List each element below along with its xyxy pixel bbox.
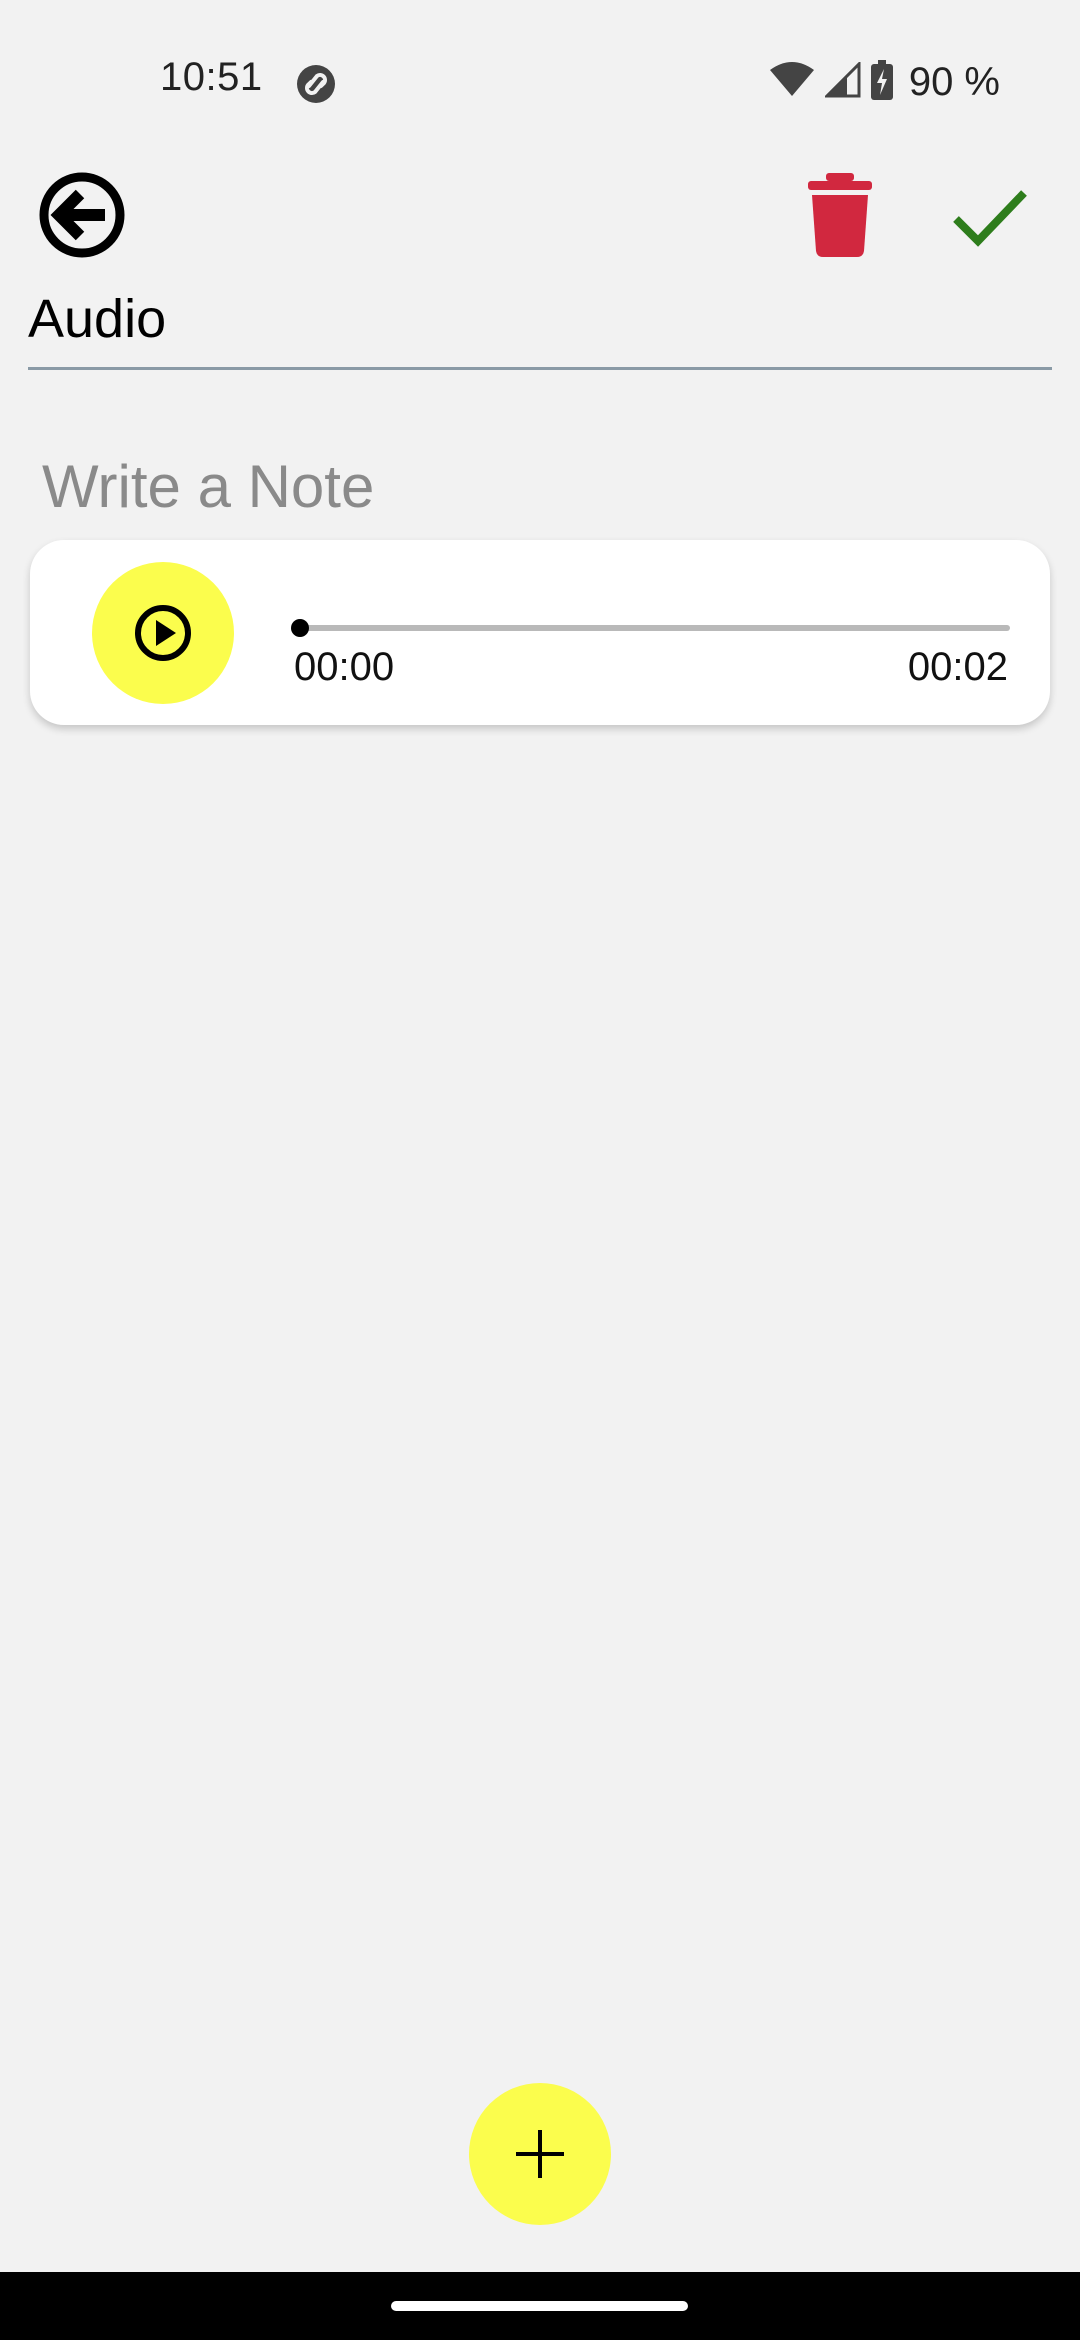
battery-charging-icon xyxy=(870,59,893,105)
current-time: 00:00 xyxy=(294,645,395,689)
home-gesture-handle[interactable] xyxy=(391,2301,688,2311)
status-time: 10:51 xyxy=(160,55,263,99)
cell-signal-icon xyxy=(823,59,861,103)
back-button[interactable] xyxy=(36,169,128,261)
system-nav-bar xyxy=(0,2272,1080,2340)
wifi-icon xyxy=(769,61,815,103)
trash-icon xyxy=(808,173,872,257)
play-button[interactable] xyxy=(92,562,234,704)
status-bar: 10:51 90 % xyxy=(0,0,1080,165)
seek-thumb[interactable] xyxy=(291,619,309,637)
confirm-button[interactable] xyxy=(950,177,1030,257)
battery-percent: 90 % xyxy=(908,59,1000,104)
title-field xyxy=(28,282,1052,370)
title-input[interactable] xyxy=(28,288,1052,350)
plus-icon xyxy=(516,2130,564,2178)
status-icons: 90 % xyxy=(769,58,1000,106)
seek-bar[interactable] xyxy=(291,619,1010,637)
audio-player-card: 00:00 00:02 xyxy=(30,540,1050,725)
check-icon xyxy=(953,190,1027,247)
note-input[interactable] xyxy=(42,452,1042,521)
delete-button[interactable] xyxy=(800,171,880,259)
total-time: 00:02 xyxy=(907,645,1008,689)
play-circle-icon xyxy=(135,605,191,661)
add-button[interactable] xyxy=(469,2083,611,2225)
back-arrow-circle-icon xyxy=(39,172,125,258)
toolbar xyxy=(0,165,1080,275)
notification-app-icon xyxy=(296,64,336,104)
